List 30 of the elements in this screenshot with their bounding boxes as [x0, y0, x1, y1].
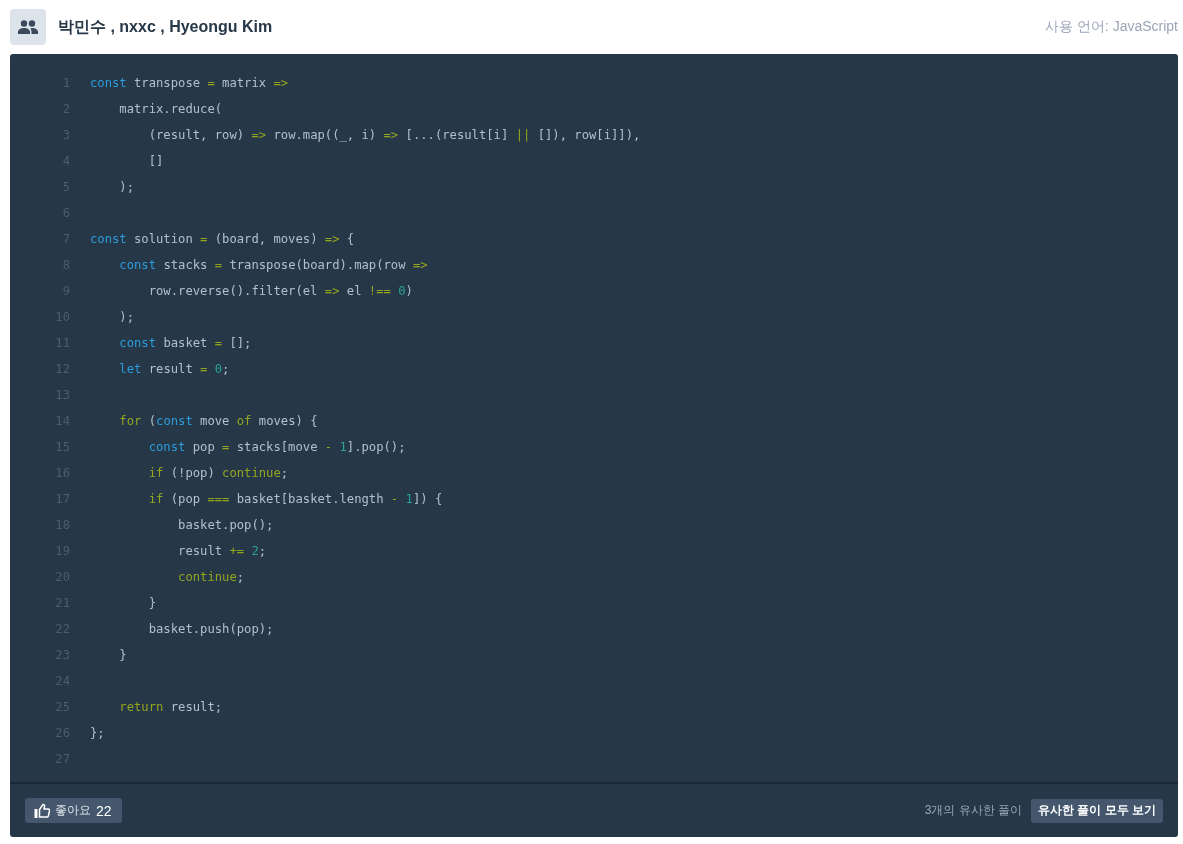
code-line: const pop = stacks[move - 1].pop();: [147, 440, 406, 454]
people-icon: [18, 20, 38, 34]
code-line: );: [118, 180, 135, 194]
view-similar-button[interactable]: 유사한 풀이 모두 보기: [1031, 798, 1163, 823]
code-line: result += 2;: [177, 544, 267, 558]
code-line: }: [147, 596, 157, 610]
code-line: const stacks = transpose(board).map(row =>: [118, 258, 428, 272]
code-line: const transpose = matrix =>: [90, 76, 289, 90]
code-line: let result = 0;: [118, 362, 230, 376]
code-line: const basket = [];: [118, 336, 252, 350]
code-line: if (!pop) continue;: [147, 466, 289, 480]
code-line: return result;: [118, 700, 223, 714]
code-line: if (pop === basket[basket.length - 1]) {: [147, 492, 443, 506]
code-line: );: [118, 310, 135, 324]
code-line: basket.push(pop);: [147, 622, 274, 636]
code-line: row.reverse().filter(el => el !== 0): [147, 284, 413, 298]
language-label: 사용 언어: JavaScript: [1044, 18, 1178, 36]
code-line: continue;: [177, 570, 245, 584]
code-line: const solution = (board, moves) => {: [90, 232, 355, 246]
code-line: (result, row) => row.map((_, i) => [...(result[i] || []), row[i]]),: [147, 128, 641, 142]
code-line: basket.pop();: [177, 518, 274, 532]
similar-count: 3개의 유사한 풀이: [924, 802, 1022, 819]
code-line: matrix.reduce(: [118, 102, 223, 116]
code-line: };: [90, 726, 105, 740]
code-line: []: [147, 154, 164, 168]
like-button[interactable]: 좋아요 22: [25, 798, 122, 823]
code-line: }: [118, 648, 127, 662]
code-line: for (const move of moves) {: [118, 414, 318, 428]
author-names: 박민수 , nxxc , Hyeongu Kim: [58, 16, 273, 37]
thumbs-up-icon: [34, 803, 50, 818]
